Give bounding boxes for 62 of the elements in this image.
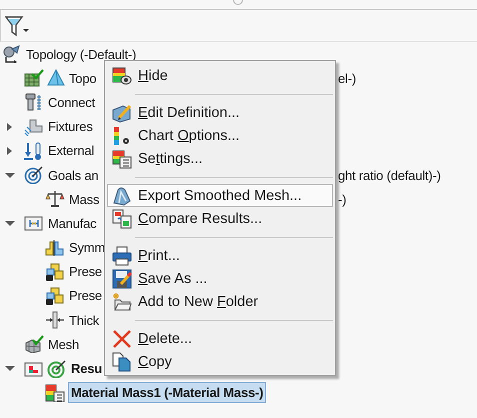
locked-blocks-icon [45,286,65,305]
menu-item[interactable]: Export Smoothed Mesh... [107,184,333,207]
manufacturing-folder-icon [24,214,44,232]
menu-item[interactable]: Hide [107,64,333,87]
settings-icon [112,148,132,168]
edit-icon [112,102,132,122]
compare-results-icon [112,208,132,228]
tree-item[interactable]: Topology (-Default-) [25,44,138,65]
load-thermometer-icon [24,142,44,160]
tree-item[interactable]: Topo [68,68,98,89]
result-plot-icon [45,384,65,402]
tree-item[interactable]: Material Mass1 (-Material Mass-) [68,382,266,404]
tree-item[interactable]: Mass [68,188,100,210]
mesh-check-icon [24,69,44,88]
new-folder-icon [112,292,132,312]
tree-item[interactable]: Symm [68,237,106,258]
smoothed-mesh-icon [112,186,132,206]
tree-item-text: el-) [337,70,357,86]
menu-item[interactable]: Print... [107,244,333,267]
target-icon [24,166,44,184]
results-folder-icon [24,360,44,378]
locked-blocks-icon [45,262,65,281]
tree-item[interactable]: Connect [47,92,96,113]
menu-item[interactable]: Chart Options... [107,124,333,147]
pyramid-icon [47,69,65,88]
tree-item[interactable]: Goals an [47,164,100,186]
menu-item[interactable]: Copy [107,350,333,373]
menu-item[interactable]: Settings... [107,147,333,170]
tree-item[interactable]: Mesh [47,334,80,355]
tree-item[interactable]: Prese [68,261,103,282]
menu-item[interactable]: Edit Definition... [107,101,333,124]
color-scale-icon [112,126,132,146]
delete-icon [112,328,132,348]
collapse-arrow[interactable] [5,220,15,226]
expand-arrow[interactable] [7,146,12,155]
fixture-icon [24,118,44,136]
tree-item[interactable]: Resu [70,358,103,380]
study-icon [2,45,22,64]
mesh-icon [24,335,44,354]
collapse-arrow[interactable] [5,172,15,178]
thickness-icon [45,311,65,330]
tree-item[interactable]: Fixtures [47,116,94,138]
tree-item[interactable]: Prese [68,285,103,306]
tree-item[interactable]: Thick [68,310,100,331]
expand-arrow[interactable] [7,122,12,131]
menu-item[interactable]: Save As ... [107,267,333,290]
save-as-icon [112,268,132,288]
menu-item[interactable]: Compare Results... [107,207,333,230]
copy-icon [112,352,132,372]
balance-icon [45,190,65,208]
tree-item[interactable]: Manufac [47,212,98,234]
bolt-icon [24,93,44,112]
print-icon [112,246,132,266]
target-icon [47,360,67,378]
tree-item[interactable]: External [47,140,96,162]
collapse-arrow[interactable] [5,366,15,372]
tree-item-text: -) [337,192,348,207]
menu-item[interactable]: Add to New Folder [107,290,333,313]
symmetry-icon [45,238,65,257]
tree-item-text: ght ratio (default)-) [337,168,442,183]
hide-icon [112,66,132,86]
menu-item[interactable]: Delete... [107,327,333,350]
